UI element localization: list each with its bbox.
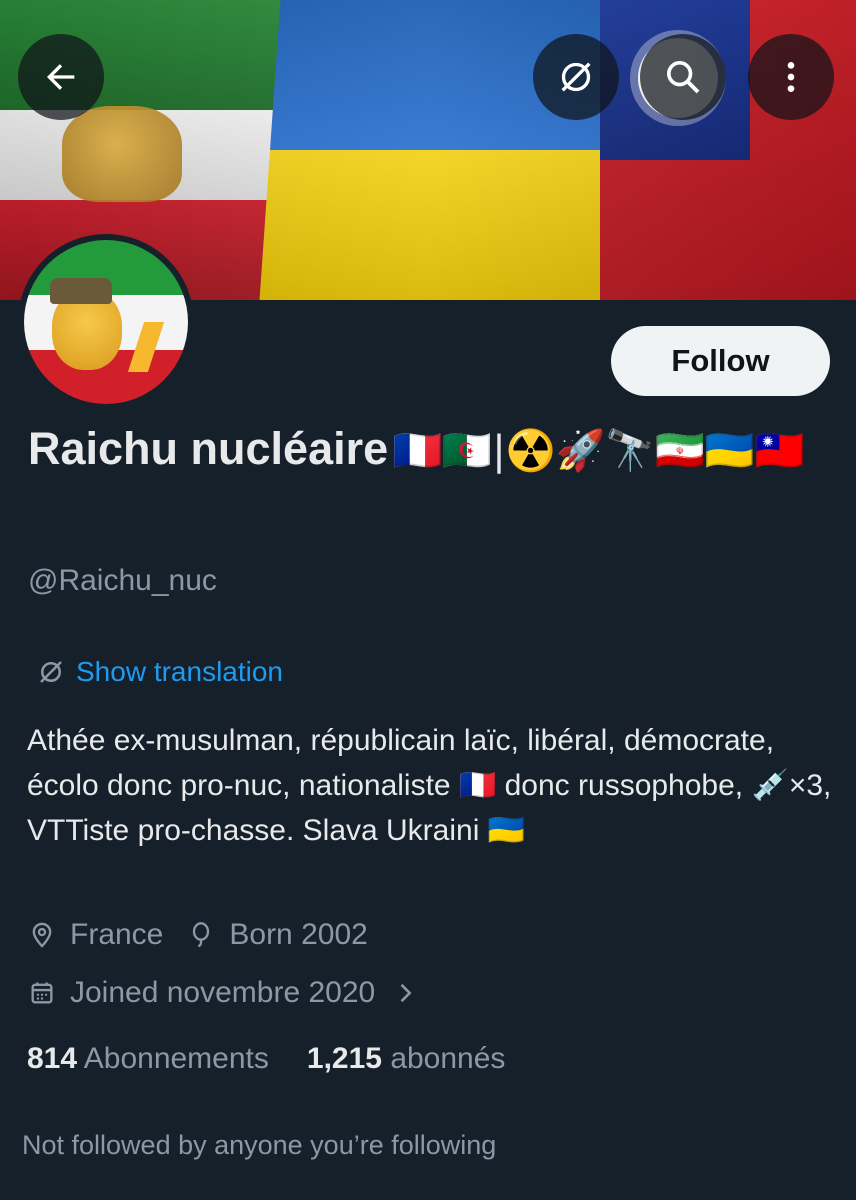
location-text: France — [70, 918, 164, 951]
location-item: France — [28, 918, 163, 952]
show-translation-label: Show translation — [76, 656, 284, 687]
balloon-icon — [193, 922, 210, 948]
profile-bio: Athée ex-musulman, républicain laïc, lib… — [27, 724, 832, 847]
born-item: Born 2002 — [187, 918, 368, 952]
joined-text: Joined novembre 2020 — [70, 976, 376, 1009]
calendar-icon — [31, 982, 53, 1004]
arrow-left-icon — [47, 64, 75, 90]
following-stat[interactable]: 814 Abonnements — [27, 1042, 269, 1076]
more-vertical-icon — [787, 62, 795, 92]
translate-icon — [40, 661, 62, 683]
display-name-block: Raichu nucléaire 🇫🇷🇩🇿|☢️🚀🔭🇮🇷🇺🇦🇹🇼 — [28, 418, 828, 480]
following-count: 814 — [27, 1042, 78, 1075]
born-text: Born 2002 — [229, 918, 368, 951]
mutual-followers-note: Not followed by anyone you’re following — [22, 1130, 497, 1160]
translate-button[interactable] — [533, 34, 619, 120]
more-button[interactable] — [748, 34, 834, 120]
follow-stats: 814 Abonnements 1,215 abonnés — [27, 1042, 543, 1076]
display-name: Raichu nucléaire — [28, 423, 389, 474]
location-pin-icon — [32, 922, 52, 948]
following-label: Abonnements — [83, 1042, 269, 1075]
translate-icon — [561, 62, 591, 92]
search-button[interactable] — [640, 34, 726, 120]
chevron-right-icon — [400, 983, 412, 1003]
follow-button[interactable]: Follow — [611, 326, 830, 396]
avatar[interactable] — [18, 234, 194, 410]
followers-stat[interactable]: 1,215 abonnés — [307, 1042, 506, 1076]
display-name-emojis: 🇫🇷🇩🇿|☢️🚀🔭🇮🇷🇺🇦🇹🇼 — [392, 428, 805, 474]
back-button[interactable] — [18, 34, 104, 120]
show-translation-link[interactable]: Show translation — [36, 656, 283, 688]
search-icon — [667, 61, 700, 94]
joined-row[interactable]: Joined novembre 2020 — [28, 976, 419, 1010]
followers-label: abonnés — [390, 1042, 506, 1075]
followers-count: 1,215 — [306, 1042, 382, 1075]
user-handle: @Raichu_nuc — [28, 564, 217, 597]
profile-meta: France Born 2002 — [28, 918, 392, 952]
